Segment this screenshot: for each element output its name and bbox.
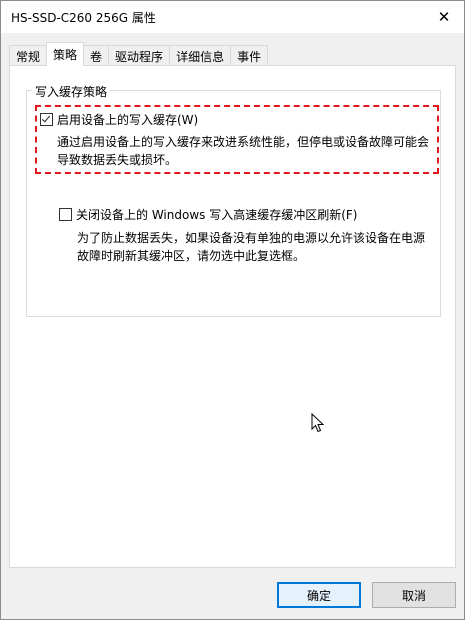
- close-icon[interactable]: ✕: [424, 1, 464, 33]
- write-cache-policy-group: 写入缓存策略 启用设备上的写入缓存(W) 通过启用设备上的写入缓存来改进系统性能…: [26, 83, 441, 317]
- write-cache-desc-line: 导致数据丢失或损坏。: [57, 153, 178, 167]
- flush-option[interactable]: 关闭设备上的 Windows 写入高速缓存缓冲区刷新(F): [59, 206, 357, 223]
- write-cache-label[interactable]: 启用设备上的写入缓存(W): [57, 111, 198, 128]
- tab-general[interactable]: 常规: [9, 45, 48, 66]
- flush-desc-line: 故障时刷新其缓冲区，请勿选中此复选框。: [77, 249, 306, 263]
- flush-desc-line: 为了防止数据丢失，如果设备没有单独的电源以允许该设备在电源: [77, 231, 426, 245]
- tab-strip: 常规 策略 卷 驱动程序 详细信息 事件: [9, 42, 269, 66]
- flush-checkbox[interactable]: [59, 208, 72, 221]
- flush-description: 为了防止数据丢失，如果设备没有单独的电源以允许该设备在电源 故障时刷新其缓冲区，…: [77, 229, 425, 265]
- tab-policies[interactable]: 策略: [46, 42, 85, 66]
- write-cache-checkbox[interactable]: [40, 113, 53, 126]
- title-bar[interactable]: HS-SSD-C260 256G 属性 ✕: [1, 1, 464, 33]
- cancel-button[interactable]: 取消: [372, 582, 456, 608]
- mouse-pointer-icon: [311, 413, 325, 433]
- properties-dialog: HS-SSD-C260 256G 属性 ✕ 常规 策略 卷 驱动程序 详细信息 …: [0, 0, 465, 620]
- write-cache-description: 通过启用设备上的写入缓存来改进系统性能，但停电或设备故障可能会 导致数据丢失或损…: [57, 133, 429, 169]
- flush-label[interactable]: 关闭设备上的 Windows 写入高速缓存缓冲区刷新(F): [76, 206, 357, 223]
- ok-button[interactable]: 确定: [277, 582, 361, 608]
- group-title: 写入缓存策略: [32, 83, 111, 100]
- write-cache-option[interactable]: 启用设备上的写入缓存(W): [40, 111, 198, 128]
- tab-volumes[interactable]: 卷: [83, 45, 110, 66]
- window-title: HS-SSD-C260 256G 属性: [11, 11, 156, 25]
- write-cache-desc-line: 通过启用设备上的写入缓存来改进系统性能，但停电或设备故障可能会: [57, 135, 430, 149]
- tab-details[interactable]: 详细信息: [169, 45, 232, 66]
- tab-events[interactable]: 事件: [230, 45, 269, 66]
- policies-panel: 写入缓存策略 启用设备上的写入缓存(W) 通过启用设备上的写入缓存来改进系统性能…: [9, 65, 456, 568]
- tab-driver[interactable]: 驱动程序: [108, 45, 171, 66]
